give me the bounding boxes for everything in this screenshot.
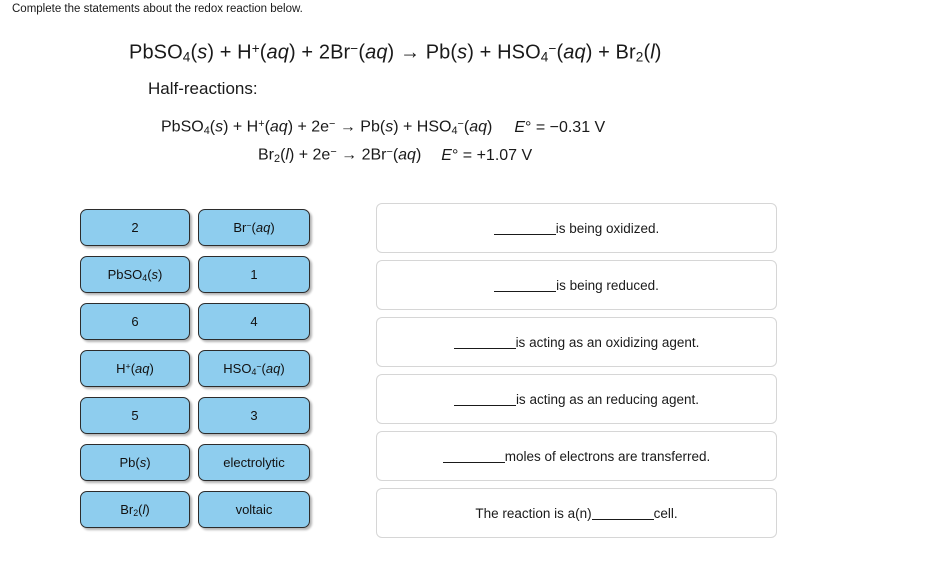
- slot-moles-electrons[interactable]: moles of electrons are transferred.: [376, 431, 777, 481]
- tile-pbso4-s[interactable]: PbSO4(s): [80, 256, 190, 293]
- tile-1[interactable]: 1: [198, 256, 310, 293]
- tile-label: 5: [131, 408, 139, 423]
- tile-hso4-minus-aq[interactable]: HSO4−(aq): [198, 350, 310, 387]
- tile-label: 2: [131, 220, 139, 235]
- answer-slot-list: is being oxidized. is being reduced. is …: [376, 203, 777, 545]
- slot-suffix: is being reduced.: [556, 277, 659, 293]
- tile-br-minus-aq[interactable]: Br−(aq): [198, 209, 310, 246]
- slot-suffix: moles of electrons are transferred.: [504, 448, 711, 464]
- tile-pb-s[interactable]: Pb(s): [80, 444, 190, 481]
- tile-label: Br2(l): [120, 501, 150, 518]
- tile-3[interactable]: 3: [198, 397, 310, 434]
- slot-cell-type[interactable]: The reaction is a(n) cell.: [376, 488, 777, 538]
- drop-blank[interactable]: [453, 393, 516, 406]
- tile-label: 4: [250, 314, 258, 329]
- slot-suffix: is being oxidized.: [555, 220, 660, 236]
- overall-reaction-equation: PbSO4(s) + H+(aq) + 2Br−(aq) → Pb(s) + H…: [129, 41, 662, 65]
- tile-br2-l[interactable]: Br2(l): [80, 491, 190, 528]
- tile-label: electrolytic: [223, 455, 285, 470]
- tile-label: 6: [131, 314, 139, 329]
- tile-2[interactable]: 2: [80, 209, 190, 246]
- tile-4[interactable]: 4: [198, 303, 310, 340]
- slot-suffix: is acting as an oxidizing agent.: [515, 334, 700, 350]
- tile-label: 1: [250, 267, 258, 282]
- tile-5[interactable]: 5: [80, 397, 190, 434]
- slot-prefix: The reaction is a(n): [475, 505, 592, 521]
- prompt-text: Complete the statements about the redox …: [12, 3, 303, 15]
- drop-blank[interactable]: [493, 222, 556, 235]
- slot-suffix: cell.: [653, 505, 678, 521]
- tile-bank: 2 PbSO4(s) 6 H+(aq) 5 Pb(s) Br2(l) Br−(a…: [80, 209, 312, 529]
- drop-blank[interactable]: [442, 450, 505, 463]
- tile-electrolytic[interactable]: electrolytic: [198, 444, 310, 481]
- slot-reduced[interactable]: is being reduced.: [376, 260, 777, 310]
- slot-suffix: is acting as an reducing agent.: [515, 391, 700, 407]
- tile-voltaic[interactable]: voltaic: [198, 491, 310, 528]
- tile-label: Br−(aq): [233, 220, 275, 235]
- tile-h-plus-aq[interactable]: H+(aq): [80, 350, 190, 387]
- half-reaction-2: Br2(l) + 2e− → 2Br−(aq) E° = +1.07 V: [258, 146, 533, 165]
- half-reaction-2-potential: E° = +1.07 V: [441, 146, 533, 164]
- half-reactions-label: Half-reactions:: [148, 79, 258, 98]
- drop-blank[interactable]: [453, 336, 516, 349]
- half-reaction-1-potential: E° = −0.31 V: [514, 118, 606, 136]
- drop-blank[interactable]: [591, 507, 654, 520]
- half-reaction-1: PbSO4(s) + H+(aq) + 2e− → Pb(s) + HSO4−(…: [161, 118, 606, 137]
- tile-label: PbSO4(s): [107, 266, 163, 283]
- drop-blank[interactable]: [494, 279, 557, 292]
- slot-reducing-agent[interactable]: is acting as an reducing agent.: [376, 374, 777, 424]
- tile-label: Pb(s): [119, 455, 151, 470]
- slot-oxidized[interactable]: is being oxidized.: [376, 203, 777, 253]
- tile-label: voltaic: [235, 502, 273, 517]
- tile-label: HSO4−(aq): [223, 360, 285, 377]
- tile-6[interactable]: 6: [80, 303, 190, 340]
- slot-oxidizing-agent[interactable]: is acting as an oxidizing agent.: [376, 317, 777, 367]
- tile-label: H+(aq): [116, 361, 154, 376]
- tile-label: 3: [250, 408, 258, 423]
